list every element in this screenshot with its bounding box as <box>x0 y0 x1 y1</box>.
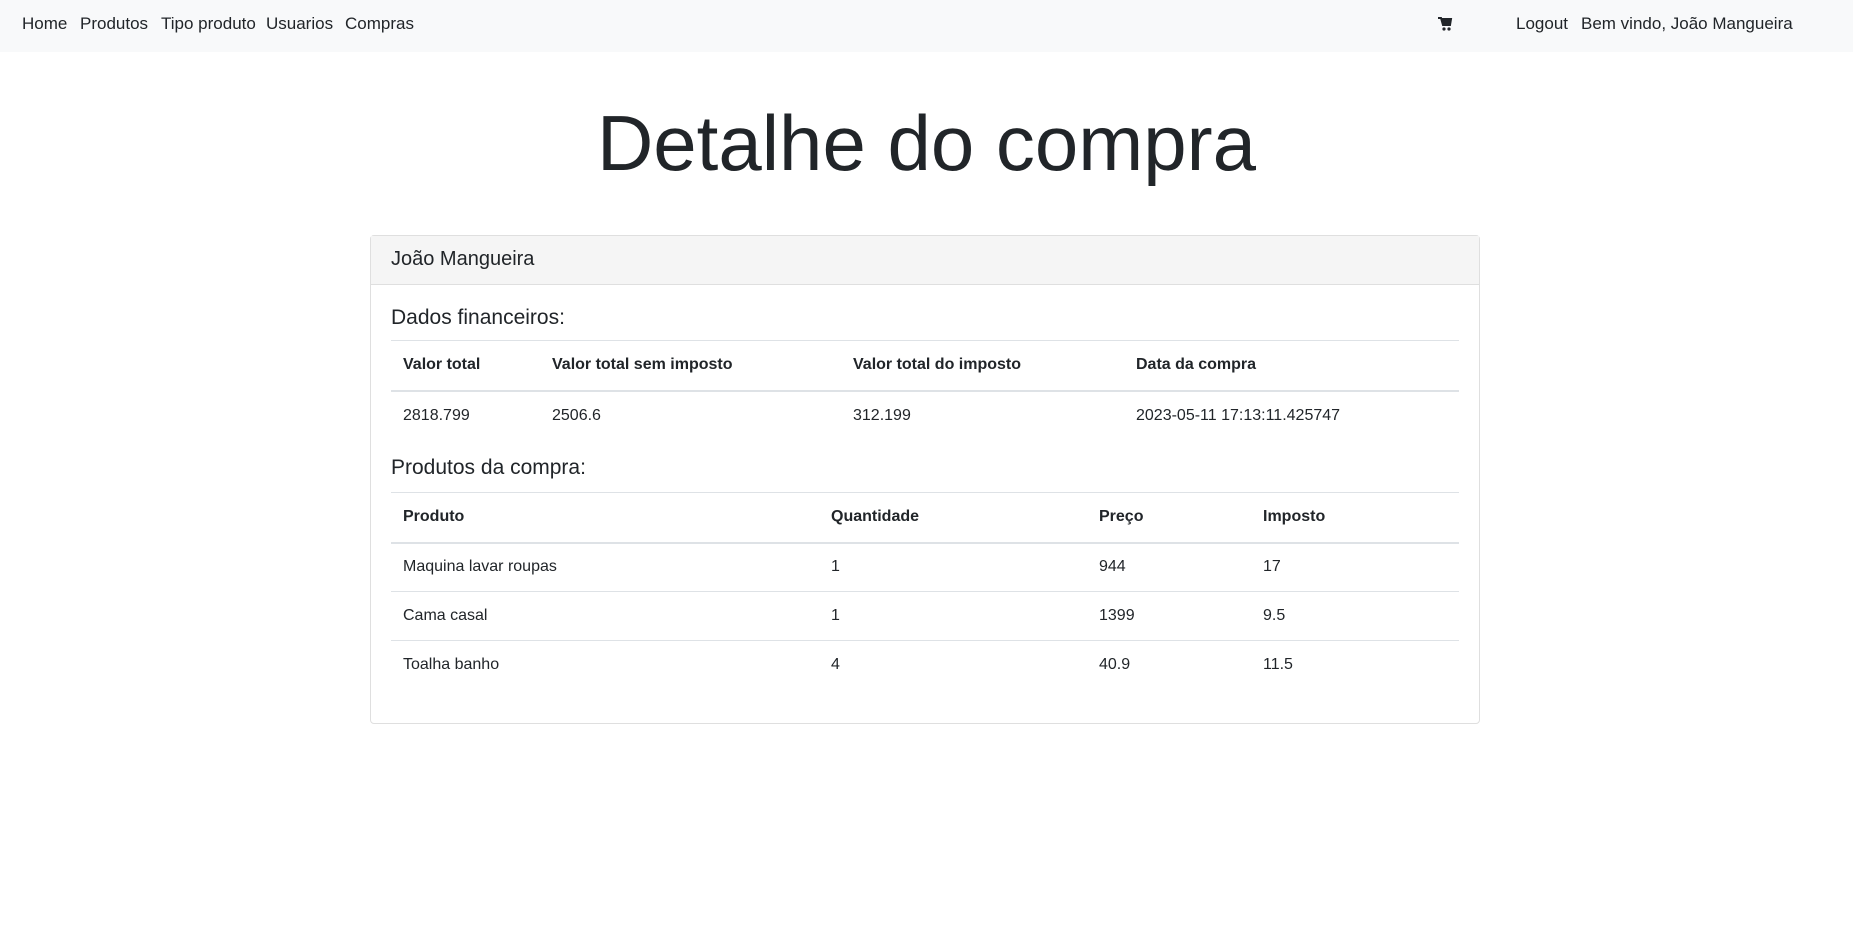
cell: 944 <box>1087 542 1251 592</box>
cell: 1 <box>819 542 1087 592</box>
table-row: Cama casal 1 1399 9.5 <box>391 591 1459 641</box>
welcome-text: Bem vindo, João Mangueira <box>1581 14 1793 33</box>
page-title: Detalhe do compra <box>596 99 1257 187</box>
data-compra: 2023-05-11 17:13:11.425747 <box>1124 390 1459 440</box>
products-table: Produto Quantidade Preço Imposto Maquina… <box>391 492 1459 690</box>
cell: Maquina lavar roupas <box>391 542 819 592</box>
navbar: Home Produtos Tipo produto Usuarios Comp… <box>0 0 1853 52</box>
valor-sem-imposto: 2506.6 <box>540 390 841 440</box>
cell: 1399 <box>1087 591 1251 641</box>
table-row: Maquina lavar roupas 1 944 17 <box>391 542 1459 592</box>
cell: 1 <box>819 591 1087 641</box>
column-header: Valor total do imposto <box>841 340 1124 392</box>
column-header: Produto <box>391 492 819 544</box>
financial-table: Valor total Valor total sem imposto Valo… <box>391 340 1459 440</box>
products-title: Produtos da compra: <box>391 456 586 479</box>
cell: 11.5 <box>1251 640 1459 690</box>
cell: 17 <box>1251 542 1459 592</box>
valor-imposto: 312.199 <box>841 390 1124 440</box>
cell: 4 <box>819 640 1087 690</box>
nav-usuarios[interactable]: Usuarios <box>266 14 333 34</box>
financial-title: Dados financeiros: <box>391 306 565 329</box>
column-header: Valor total sem imposto <box>540 340 841 392</box>
nav-produtos[interactable]: Produtos <box>80 14 148 34</box>
cell: 40.9 <box>1087 640 1251 690</box>
nav-home[interactable]: Home <box>22 14 67 34</box>
column-header: Quantidade <box>819 492 1087 544</box>
column-header: Imposto <box>1251 492 1459 544</box>
valor-total: 2818.799 <box>391 390 540 440</box>
nav-compras[interactable]: Compras <box>345 14 414 34</box>
cart-icon[interactable] <box>1437 16 1453 32</box>
column-header: Valor total <box>391 340 540 392</box>
card-header: João Mangueira <box>371 236 1479 285</box>
table-row: 2818.799 2506.6 312.199 2023-05-11 17:13… <box>391 390 1459 440</box>
table-row: Toalha banho 4 40.9 11.5 <box>391 640 1459 690</box>
logout-link[interactable]: Logout <box>1516 14 1568 34</box>
column-header: Data da compra <box>1124 340 1459 392</box>
column-header: Preço <box>1087 492 1251 544</box>
cell: Toalha banho <box>391 640 819 690</box>
cell: Cama casal <box>391 591 819 641</box>
purchase-card: João Mangueira Dados financeiros: Valor … <box>370 235 1480 724</box>
cell: 9.5 <box>1251 591 1459 641</box>
nav-tipo-produto[interactable]: Tipo produto <box>161 14 256 34</box>
